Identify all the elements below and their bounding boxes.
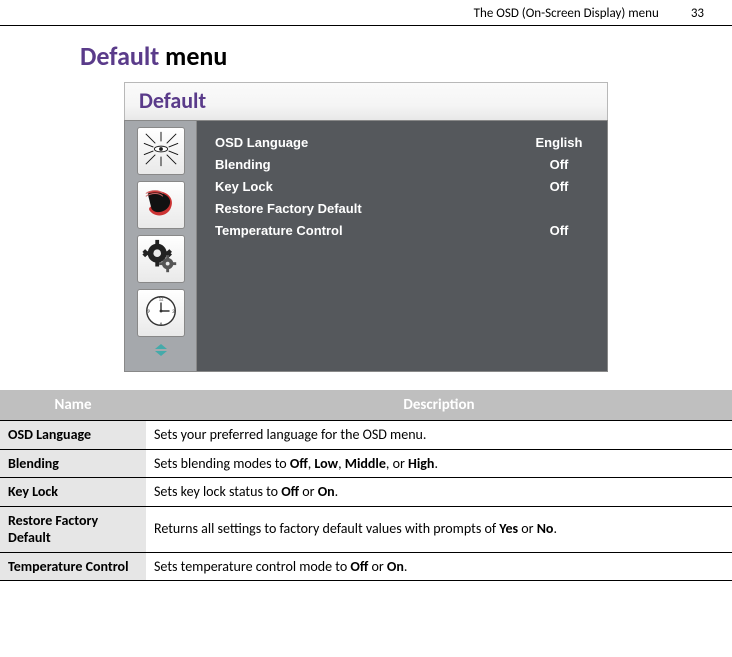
- desc-text: Sets blending modes to: [154, 455, 290, 472]
- desc-bold: Middle: [345, 455, 386, 472]
- iris-icon: [142, 130, 180, 173]
- page-title-accent: Default: [80, 40, 159, 72]
- desc-text: or: [518, 520, 537, 537]
- osd-title: Default: [139, 87, 206, 114]
- desc-bold: On: [387, 558, 404, 575]
- osd-item-label: Restore Factory Default: [215, 201, 362, 216]
- description-table: Name Description OSD Language Sets your …: [0, 390, 732, 581]
- desc-bold: Off: [290, 455, 308, 472]
- scroll-hint-icon: [152, 343, 170, 357]
- table-cell-desc: Sets temperature control mode to Off or …: [146, 552, 732, 581]
- osd-item-restore-factory-default[interactable]: Restore Factory Default: [215, 197, 589, 219]
- osd-item-value: Off: [529, 157, 589, 172]
- table-header-row: Name Description: [0, 390, 732, 421]
- desc-bold: Off: [281, 483, 299, 500]
- osd-item-value: Off: [529, 179, 589, 194]
- desc-bold: High: [408, 455, 434, 472]
- table-cell-desc: Sets your preferred language for the OSD…: [146, 421, 732, 450]
- desc-text: .: [553, 520, 557, 537]
- table-row: Blending Sets blending modes to Off, Low…: [0, 449, 732, 478]
- desc-text: or: [299, 483, 318, 500]
- osd-title-bar: Default: [124, 82, 608, 120]
- table-cell-desc: Returns all settings to factory default …: [146, 506, 732, 552]
- desc-text: .: [434, 455, 438, 472]
- header-section-name: The OSD (On-Screen Display) menu: [474, 6, 659, 21]
- desc-bold: Yes: [499, 520, 518, 537]
- header-page-number: 33: [691, 6, 704, 21]
- desc-text: Returns all settings to factory default …: [154, 520, 499, 537]
- desc-bold: No: [537, 520, 554, 537]
- table-row: Key Lock Sets key lock status to Off or …: [0, 478, 732, 507]
- desc-bold: Off: [350, 558, 368, 575]
- desc-text: .: [404, 558, 408, 575]
- table-row: Temperature Control Sets temperature con…: [0, 552, 732, 581]
- osd-item-osd-language[interactable]: OSD Language English: [215, 131, 589, 153]
- desc-text: Sets key lock status to: [154, 483, 281, 500]
- osd-item-label: Key Lock: [215, 179, 273, 194]
- page-title: Default menu: [80, 40, 732, 72]
- osd-sidebar: 12 3 6 9: [125, 121, 197, 371]
- page-header: The OSD (On-Screen Display) menu 33: [0, 0, 732, 26]
- page-title-rest: menu: [159, 40, 227, 72]
- sidebar-tile-iris[interactable]: [137, 127, 185, 175]
- desc-text: or: [368, 558, 387, 575]
- sidebar-tile-clock[interactable]: 12 3 6 9: [137, 289, 185, 337]
- table-header-desc: Description: [146, 390, 732, 421]
- sidebar-tile-gear[interactable]: [137, 235, 185, 283]
- table-cell-desc: Sets blending modes to Off, Low, Middle,…: [146, 449, 732, 478]
- table-row: OSD Language Sets your preferred languag…: [0, 421, 732, 450]
- osd-item-key-lock[interactable]: Key Lock Off: [215, 175, 589, 197]
- desc-text: Sets temperature control mode to: [154, 558, 350, 575]
- svg-text:12: 12: [158, 296, 163, 302]
- osd-item-blending[interactable]: Blending Off: [215, 153, 589, 175]
- osd-item-label: Temperature Control: [215, 223, 343, 238]
- table-cell-name: Restore Factory Default: [0, 506, 146, 552]
- desc-text: Sets your preferred language for the OSD…: [154, 426, 426, 443]
- table-cell-name: OSD Language: [0, 421, 146, 450]
- table-header-name: Name: [0, 390, 146, 421]
- osd-panel: Default: [124, 82, 608, 372]
- gear-icon: [142, 238, 180, 281]
- desc-bold: On: [318, 483, 335, 500]
- desc-text: ,: [338, 455, 345, 472]
- desc-text: .: [335, 483, 339, 500]
- table-cell-name: Blending: [0, 449, 146, 478]
- sidebar-tile-streamline[interactable]: [137, 181, 185, 229]
- osd-item-value: English: [529, 135, 589, 150]
- desc-bold: Low: [314, 455, 338, 472]
- osd-item-label: OSD Language: [215, 135, 308, 150]
- osd-item-label: Blending: [215, 157, 271, 172]
- table-cell-desc: Sets key lock status to Off or On.: [146, 478, 732, 507]
- streamline-icon: [142, 184, 180, 227]
- osd-body: 12 3 6 9 OSD Language English: [124, 120, 608, 372]
- clock-icon: 12 3 6 9: [142, 292, 180, 335]
- osd-item-value: Off: [529, 223, 589, 238]
- desc-text: , or: [386, 455, 408, 472]
- osd-menu: OSD Language English Blending Off Key Lo…: [197, 121, 607, 371]
- table-row: Restore Factory Default Returns all sett…: [0, 506, 732, 552]
- table-cell-name: Temperature Control: [0, 552, 146, 581]
- osd-item-temperature-control[interactable]: Temperature Control Off: [215, 219, 589, 241]
- table-cell-name: Key Lock: [0, 478, 146, 507]
